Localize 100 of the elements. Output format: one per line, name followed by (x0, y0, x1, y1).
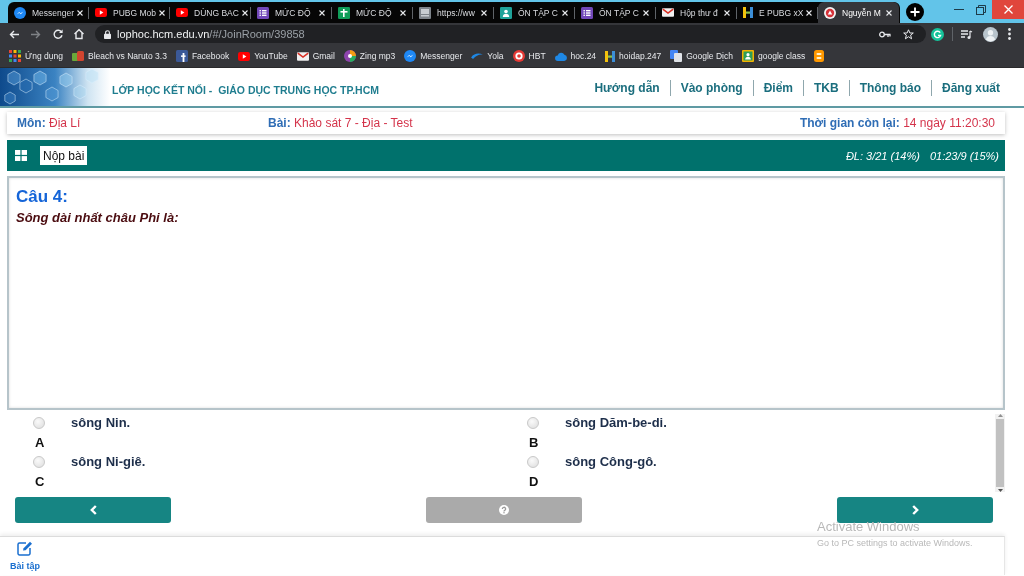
bookmark[interactable]: Bleach vs Naruto 3.3 (72, 51, 167, 61)
close-icon[interactable] (886, 9, 892, 16)
close-icon[interactable] (481, 9, 487, 16)
edit-icon (17, 541, 33, 556)
nav-link[interactable]: Vào phòng (669, 80, 753, 96)
grammar-check-icon[interactable] (931, 27, 944, 41)
site-title: LỚP HỌC KẾT NỐI - GIÁO DỤC TRUNG HỌC TP.HCM (112, 83, 379, 96)
close-icon[interactable] (400, 9, 406, 16)
option-text: sông Ni-giê. (71, 453, 146, 471)
bookmark[interactable]: hoidap.247 (605, 50, 662, 62)
bookmark[interactable]: YouTube (238, 51, 288, 61)
avatar-icon[interactable] (983, 26, 998, 42)
bookmark[interactable]: Facebook (175, 50, 230, 62)
rounded-tile-icon[interactable] (814, 50, 825, 62)
chat-bubble-icon (14, 6, 26, 19)
apps-grid-icon (9, 50, 21, 62)
bookmark[interactable]: hoc.24 (554, 51, 597, 61)
logo-tile-icon (175, 50, 188, 62)
option-text: sông Công-gô. (565, 453, 657, 471)
pillars-logo-icon (605, 50, 616, 62)
field-label: Bài: (268, 116, 291, 130)
home-icon[interactable] (74, 29, 84, 39)
menu-icon[interactable] (1008, 28, 1011, 40)
cloud-icon (554, 51, 567, 61)
character-icon (72, 51, 84, 61)
close-icon[interactable] (241, 9, 248, 16)
submit-button[interactable]: Nộp bài (40, 146, 88, 165)
envelope-icon (662, 8, 674, 17)
close-icon[interactable] (319, 9, 325, 16)
chevron-left-icon (89, 505, 97, 515)
close-icon[interactable] (643, 9, 649, 16)
activation-hint: Go to PC settings to activate Windows. (817, 537, 973, 549)
nav-link[interactable]: TKB (803, 80, 849, 96)
close-icon[interactable] (77, 9, 84, 16)
chevron-right-icon (911, 505, 919, 515)
question-number: Câu 4: (16, 187, 68, 207)
close-button[interactable] (992, 0, 1024, 19)
field-label: Môn: (17, 116, 46, 130)
play-button-icon (95, 8, 107, 17)
close-icon[interactable] (806, 9, 813, 16)
list-icon (581, 6, 593, 19)
option-letter: D (529, 473, 539, 491)
scroll-up-icon[interactable] (997, 414, 1003, 417)
option-text: sông Dăm-be-di. (565, 414, 667, 432)
page-icon (419, 6, 431, 19)
nav-link[interactable]: Điểm (752, 80, 803, 96)
field-value: Khảo sát 7 - Địa - Test (294, 116, 413, 130)
key-icon[interactable] (879, 30, 891, 38)
time-text: 01:23/9 (15%) (929, 149, 999, 162)
person-tile-icon (741, 50, 754, 62)
address-bar[interactable]: lophoc.hcm.edu.vn/#/JoinRoom/39858 (95, 25, 926, 43)
bookmark[interactable]: google class (741, 50, 806, 62)
scrollbar-thumb[interactable] (996, 419, 1004, 487)
list-icon (257, 6, 269, 19)
close-icon[interactable] (724, 9, 730, 16)
cross-tile-icon (338, 6, 350, 19)
back-icon[interactable] (9, 29, 19, 39)
field-label: Thời gian còn lại: (799, 116, 900, 130)
round-logo-icon (824, 6, 836, 19)
nav-link[interactable]: Đăng xuất (931, 80, 1010, 96)
bookmark[interactable]: Gmail (296, 51, 335, 61)
option-letter: C (35, 473, 45, 491)
bookmark[interactable]: HBT (512, 50, 546, 62)
grid-icon[interactable] (15, 150, 27, 161)
scrollbar[interactable] (995, 414, 1005, 492)
footer-tab[interactable]: Bài tập (10, 537, 40, 571)
close-icon (1003, 5, 1013, 14)
bookmark[interactable]: Ứng dụng (9, 50, 63, 62)
ring-icon (512, 50, 525, 62)
swoosh-icon (471, 53, 484, 59)
progress-text: ĐL: 3/21 (14%) (845, 149, 920, 162)
reload-icon[interactable] (53, 29, 63, 39)
new-tab-icon[interactable] (906, 2, 924, 21)
pillars-logo-icon (743, 7, 753, 18)
nav-link[interactable]: Thông báo (848, 80, 931, 96)
close-icon[interactable] (159, 9, 165, 16)
play-button-icon (238, 51, 251, 61)
field-value: 14 ngày 11:20:30 (903, 116, 995, 130)
bookmark[interactable]: Zing mp3 (343, 50, 396, 62)
radio-button[interactable] (33, 456, 45, 468)
media-icon[interactable] (961, 29, 972, 39)
radio-button[interactable] (527, 456, 539, 468)
field-value: Địa Lí (49, 116, 81, 130)
address-text: lophoc.hcm.edu.vn/#/JoinRoom/39858 (117, 28, 305, 40)
close-icon[interactable] (562, 9, 568, 16)
radio-button[interactable] (527, 417, 539, 429)
bookmark[interactable]: Messenger (404, 50, 463, 62)
question-text: Sông dài nhất châu Phi là: (16, 210, 179, 226)
scroll-down-icon[interactable] (997, 489, 1003, 492)
play-button-icon (176, 8, 188, 17)
forward-icon[interactable] (31, 29, 41, 39)
nav-link[interactable]: Hướng dẫn (584, 80, 670, 96)
bookmark[interactable]: Yola (471, 51, 504, 61)
double-tile-icon (670, 50, 683, 62)
option-letter: A (35, 434, 45, 452)
star-icon[interactable] (903, 28, 914, 40)
browser-tab[interactable]: Nguyễn M (818, 2, 899, 23)
radio-button[interactable] (33, 417, 45, 429)
bookmark[interactable]: Google Dịch (670, 50, 733, 62)
option-letter: B (529, 434, 539, 452)
